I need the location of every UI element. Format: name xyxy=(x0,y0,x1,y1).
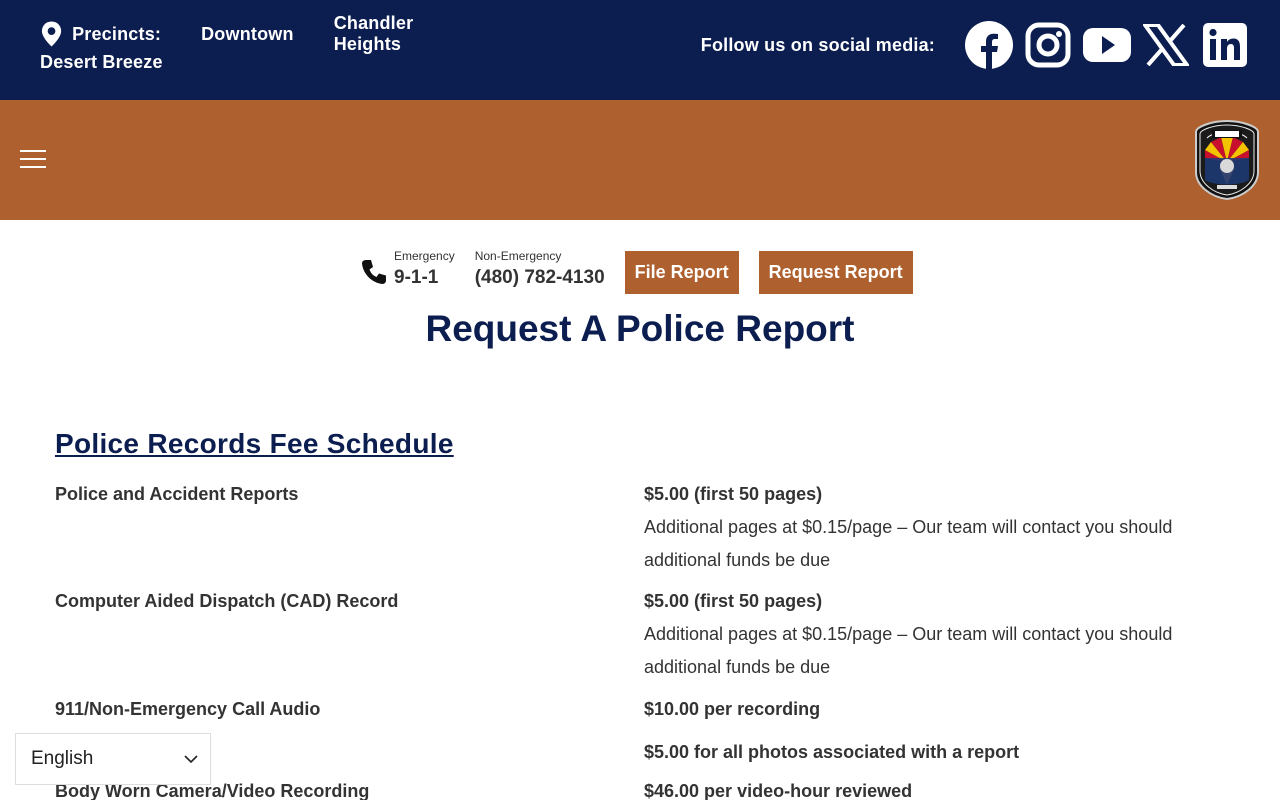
request-report-button[interactable]: Request Report xyxy=(758,250,913,294)
fee-row: Body Worn Camera/Video Recording $46.00 … xyxy=(55,775,1235,800)
file-report-button[interactable]: File Report xyxy=(624,250,739,294)
instagram-icon[interactable] xyxy=(1023,20,1073,70)
fee-schedule-table: Police and Accident Reports $5.00 (first… xyxy=(55,478,1235,800)
fee-amount: $5.00 for all photos associated with a r… xyxy=(644,742,1020,762)
non-emergency-label: Non-Emergency xyxy=(474,249,562,263)
fee-row: 911/Non-Emergency Call Audio $10.00 per … xyxy=(55,693,1235,726)
fee-row: Police and Accident Reports $5.00 (first… xyxy=(55,478,1235,577)
non-emergency-contact: Non-Emergency (480) 782-4130 xyxy=(475,249,605,289)
fee-item: Computer Aided Dispatch (CAD) Record xyxy=(55,591,399,611)
map-pin-icon xyxy=(41,21,62,47)
precincts-nav: Precincts: Downtown Chandler Heights Des… xyxy=(40,13,520,73)
emergency-label: Emergency xyxy=(394,249,455,263)
x-icon[interactable] xyxy=(1141,20,1191,70)
main-nav-bar xyxy=(0,100,1280,220)
chevron-down-icon xyxy=(184,755,198,764)
follow-text: Follow us on social media: xyxy=(700,34,935,55)
top-bar: Precincts: Downtown Chandler Heights Des… xyxy=(0,0,1280,100)
youtube-icon[interactable] xyxy=(1082,20,1132,70)
social-media: Follow us on social media: xyxy=(701,20,1250,70)
fee-note: Additional pages at $0.15/page – Our tea… xyxy=(644,517,1173,570)
language-select[interactable]: English xyxy=(15,733,211,785)
hamburger-menu-icon[interactable] xyxy=(20,150,46,168)
page-title: Request A Police Report xyxy=(425,308,855,349)
precincts-label: Precincts: xyxy=(72,23,162,44)
fee-price: $10.00 per recording xyxy=(644,693,1235,726)
non-emergency-number[interactable]: (480) 782-4130 xyxy=(475,267,605,289)
fee-price: $5.00 (first 50 pages) Additional pages … xyxy=(644,478,1235,577)
fee-price: $5.00 for all photos associated with a r… xyxy=(644,736,1235,769)
precinct-link-chandler-heights[interactable]: Chandler Heights xyxy=(334,13,480,55)
facebook-icon[interactable] xyxy=(964,20,1014,70)
precinct-link-downtown[interactable]: Downtown xyxy=(201,24,294,45)
linkedin-icon[interactable] xyxy=(1200,20,1250,70)
fee-amount: $5.00 (first 50 pages) xyxy=(644,484,823,504)
fee-row: $5.00 for all photos associated with a r… xyxy=(55,736,1235,769)
contact-strip: Emergency 9-1-1 Non-Emergency (480) 782-… xyxy=(360,249,913,294)
emergency-contact: Emergency 9-1-1 xyxy=(394,249,455,289)
precinct-link-desert-breeze[interactable]: Desert Breeze xyxy=(40,52,163,72)
fee-schedule-heading[interactable]: Police Records Fee Schedule xyxy=(55,428,454,460)
fee-note: Additional pages at $0.15/page – Our tea… xyxy=(644,624,1173,677)
fee-price: $46.00 per video-hour reviewed xyxy=(644,775,1235,800)
fee-item: 911/Non-Emergency Call Audio xyxy=(55,699,321,719)
emergency-number[interactable]: 9-1-1 xyxy=(394,267,455,289)
police-badge-logo[interactable] xyxy=(1193,120,1261,200)
phone-icon xyxy=(362,260,386,284)
fee-item: Police and Accident Reports xyxy=(55,484,299,504)
fee-amount: $46.00 per video-hour reviewed xyxy=(644,781,913,800)
fee-price: $5.00 (first 50 pages) Additional pages … xyxy=(644,585,1235,684)
fee-amount: $10.00 per recording xyxy=(644,699,821,719)
fee-amount: $5.00 (first 50 pages) xyxy=(644,591,823,611)
fee-row: Computer Aided Dispatch (CAD) Record $5.… xyxy=(55,585,1235,684)
language-selected-value: English xyxy=(31,748,94,769)
